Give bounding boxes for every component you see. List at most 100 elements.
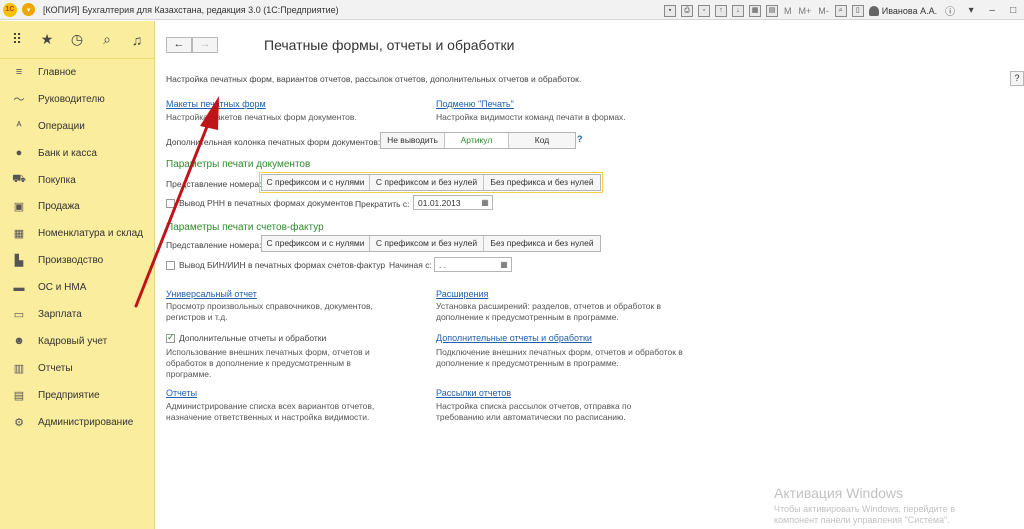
info-icon[interactable]: ⓘ bbox=[942, 3, 958, 18]
money-icon: ▭ bbox=[13, 308, 25, 321]
title-toolbar: ▪ ⎙ ▫ ↑ ↓ ▦ ▤ M M+ M- ⌕ ▯ Иванова А.А. ⓘ… bbox=[664, 3, 1024, 18]
main-menu-chevron-icon[interactable]: ▾ bbox=[22, 3, 35, 16]
calculator-icon[interactable]: ▦ bbox=[749, 4, 761, 17]
add-reports-checkbox-row[interactable]: Дополнительные отчеты и обработки bbox=[166, 332, 326, 344]
people-icon: ☻ bbox=[13, 335, 25, 348]
sidebar-item-reports[interactable]: ▥ Отчеты bbox=[0, 355, 154, 382]
save-icon[interactable]: ▪ bbox=[664, 4, 676, 17]
memory-mplus-button[interactable]: M+ bbox=[799, 6, 812, 16]
building-icon: ▤ bbox=[13, 389, 25, 402]
history-icon[interactable]: ◷ bbox=[69, 31, 85, 48]
option-article[interactable]: Артикул bbox=[445, 133, 509, 148]
invoice-option-no-prefix[interactable]: Без префикса и без нулей bbox=[484, 236, 600, 251]
extra-column-help-icon[interactable]: ? bbox=[577, 134, 583, 144]
more-icon[interactable]: ▾ bbox=[963, 5, 979, 16]
universal-report-link[interactable]: Универсальный отчет bbox=[166, 289, 257, 299]
bin-checkbox[interactable] bbox=[166, 261, 175, 271]
mailing-link[interactable]: Рассылки отчетов bbox=[436, 388, 511, 398]
extensions-desc: Установка расширений: разделов, отчетов … bbox=[436, 301, 662, 322]
search-icon[interactable]: ⌕ bbox=[99, 31, 115, 48]
download-icon[interactable]: ↓ bbox=[732, 4, 744, 17]
nav-buttons: ← → bbox=[166, 37, 218, 53]
doc-number-label: Представление номера: bbox=[166, 179, 262, 189]
back-button[interactable]: ← bbox=[166, 37, 192, 53]
report-chart-icon: ▥ bbox=[13, 362, 25, 375]
calendar-icon[interactable]: ▦ bbox=[478, 196, 492, 209]
apps-grid-icon[interactable]: ⠿ bbox=[9, 31, 25, 48]
start-date-value: . . bbox=[439, 259, 447, 270]
gear-icon: ⚙ bbox=[14, 416, 24, 429]
watermark-line3: компонент панели управления "Система". bbox=[774, 515, 950, 525]
forward-button[interactable]: → bbox=[192, 37, 218, 53]
print-icon[interactable]: ⎙ bbox=[681, 4, 693, 17]
print-submenu-desc: Настройка видимости команд печати в форм… bbox=[436, 112, 626, 122]
universal-report-desc: Просмотр произвольных справочников, доку… bbox=[166, 301, 373, 322]
doc-option-no-prefix[interactable]: Без префикса и без нулей bbox=[484, 175, 600, 190]
start-date-field[interactable]: . . ▦ bbox=[434, 257, 512, 272]
bin-checkbox-row[interactable]: Вывод БИН/ИИН в печатных формах счетов-ф… bbox=[166, 260, 385, 271]
sidebar-list: ≡ Главное 〜 Руководителю ᴬ Операции ● Банк и… bbox=[0, 59, 154, 435]
zoom-icon[interactable]: ⌕ bbox=[834, 4, 847, 17]
sidebar-item-purchase[interactable]: ⛟ Покупка bbox=[0, 167, 154, 194]
warehouse-icon: ▦ bbox=[13, 228, 25, 241]
sidebar-item-hr[interactable]: ☻ Кадровый учет bbox=[0, 328, 154, 355]
sidebar-item-bank[interactable]: ● Банк и касса bbox=[0, 140, 154, 167]
panel-icon[interactable]: ▯ bbox=[851, 4, 864, 17]
add-reports-desc: Использование внешних печатных форм, отч… bbox=[166, 347, 370, 379]
doc-option-prefix-no-zeros[interactable]: С префиксом и без нулей bbox=[370, 175, 484, 190]
bell-icon[interactable]: ♫ bbox=[129, 32, 145, 48]
favorites-star-icon[interactable]: ★ bbox=[39, 31, 55, 48]
sidebar-toolbar: ⠿ ★ ◷ ⌕ ♫ bbox=[0, 21, 154, 59]
doc-option-prefix-zeros[interactable]: С префиксом и с нулями bbox=[262, 175, 370, 190]
sidebar-item-nomenclature[interactable]: ▦ Номенклатура и склад bbox=[0, 220, 154, 247]
operations-icon: ᴬ bbox=[16, 120, 22, 133]
sidebar-item-enterprise[interactable]: ▤ Предприятие bbox=[0, 382, 154, 409]
add-reports-link[interactable]: Дополнительные отчеты и обработки bbox=[436, 333, 592, 343]
upload-icon[interactable]: ↑ bbox=[715, 4, 727, 17]
sidebar-item-sales[interactable]: ▣ Продажа bbox=[0, 193, 154, 220]
option-no-output[interactable]: Не выводить bbox=[381, 133, 445, 148]
help-button[interactable]: ? bbox=[1010, 71, 1024, 86]
user-menu[interactable]: Иванова А.А. bbox=[868, 5, 938, 16]
extensions-link[interactable]: Расширения bbox=[436, 289, 488, 299]
window-title: [КОПИЯ] Бухгалтерия для Казахстана, реда… bbox=[43, 4, 339, 15]
sidebar-item-manager[interactable]: 〜 Руководителю bbox=[0, 86, 154, 113]
cart-icon: ⛟ bbox=[12, 173, 26, 185]
stop-date-label: Прекратить с: bbox=[355, 199, 410, 209]
rnn-checkbox-row[interactable]: Вывод РНН в печатных формах документов bbox=[166, 198, 353, 209]
add-reports-link-desc: Подключение внешних печатных форм, отчет… bbox=[436, 347, 683, 368]
sidebar-item-main[interactable]: ≡ Главное bbox=[0, 59, 154, 86]
extra-column-selector: Не выводить Артикул Код bbox=[380, 132, 576, 149]
user-icon bbox=[868, 5, 879, 16]
calendar-icon[interactable]: ▦ bbox=[497, 258, 511, 271]
templates-link[interactable]: Макеты печатных форм bbox=[166, 99, 266, 109]
reports-link[interactable]: Отчеты bbox=[166, 388, 197, 398]
invoice-option-prefix-zeros[interactable]: С префиксом и с нулями bbox=[262, 236, 370, 251]
user-name: Иванова А.А. bbox=[881, 5, 938, 16]
templates-desc: Настройка макетов печатных форм документ… bbox=[166, 112, 357, 122]
sidebar-item-salary[interactable]: ▭ Зарплата bbox=[0, 301, 154, 328]
extra-column-label: Дополнительная колонка печатных форм док… bbox=[166, 137, 381, 147]
memory-m-button[interactable]: M bbox=[784, 6, 792, 16]
maximize-button[interactable]: □ bbox=[1005, 5, 1021, 16]
rnn-checkbox[interactable] bbox=[166, 199, 175, 209]
sidebar-item-assets[interactable]: ▬ ОС и НМА bbox=[0, 274, 154, 301]
minimize-button[interactable]: – bbox=[984, 5, 1000, 16]
calendar-icon[interactable]: ▤ bbox=[766, 4, 778, 17]
sidebar-item-admin[interactable]: ⚙ Администрирование bbox=[0, 409, 154, 436]
sidebar-item-operations[interactable]: ᴬ Операции bbox=[0, 113, 154, 140]
memory-mminus-button[interactable]: M- bbox=[818, 6, 829, 16]
page-title: Печатные формы, отчеты и обработки bbox=[264, 37, 515, 53]
chart-line-icon: 〜 bbox=[13, 94, 25, 107]
watermark-line2: Чтобы активировать Windows, перейдите в bbox=[774, 504, 955, 514]
title-bar: 1С ▾ [КОПИЯ] Бухгалтерия для Казахстана,… bbox=[0, 0, 1024, 20]
invoice-option-prefix-no-zeros[interactable]: С префиксом и без нулей bbox=[370, 236, 484, 251]
menu-icon: ≡ bbox=[15, 66, 23, 79]
preview-icon[interactable]: ▫ bbox=[698, 4, 710, 17]
stop-date-field[interactable]: 01.01.2013 ▦ bbox=[413, 195, 493, 210]
add-reports-checkbox[interactable] bbox=[166, 332, 175, 344]
sidebar-item-production[interactable]: ▙ Производство bbox=[0, 247, 154, 274]
print-submenu-link[interactable]: Подменю "Печать" bbox=[436, 99, 514, 109]
windows-activation-watermark: Активация Windows Чтобы активировать Win… bbox=[774, 485, 955, 526]
option-code[interactable]: Код bbox=[509, 133, 575, 148]
